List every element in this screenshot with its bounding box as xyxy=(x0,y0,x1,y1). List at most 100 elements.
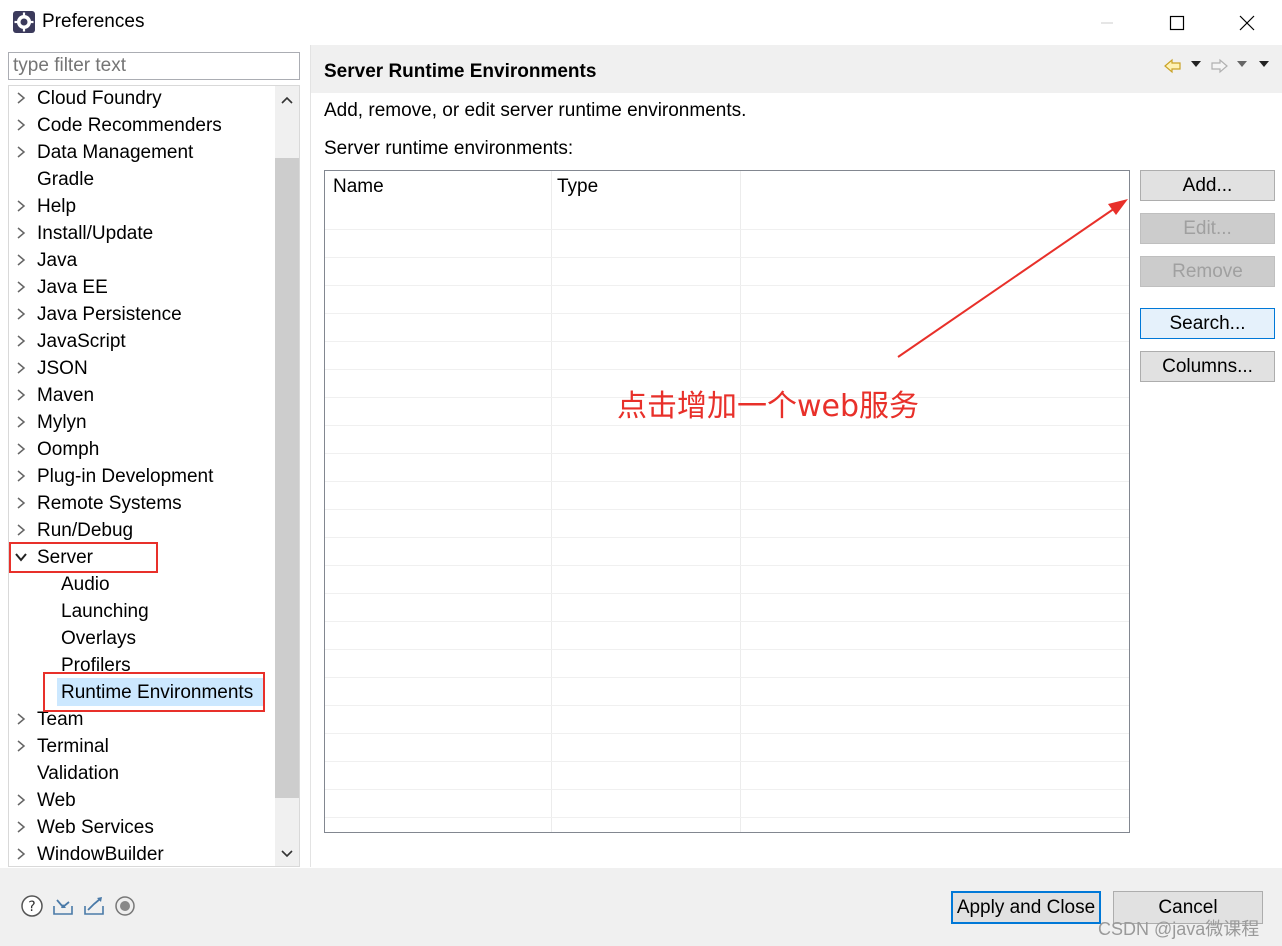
chevron-right-icon[interactable] xyxy=(15,254,27,266)
tree-item[interactable]: Install/Update xyxy=(9,220,273,247)
tree-item[interactable]: Help xyxy=(9,193,273,220)
runtime-table[interactable]: Name Type xyxy=(324,170,1130,833)
chevron-right-icon[interactable] xyxy=(15,146,27,158)
tree-item[interactable]: Remote Systems xyxy=(9,490,273,517)
chevron-right-icon[interactable] xyxy=(15,200,27,212)
table-row[interactable] xyxy=(325,229,1129,230)
preference-tree[interactable]: Cloud Foundry Code Recommenders Data Manag… xyxy=(8,85,300,867)
tree-item-label: JavaScript xyxy=(37,331,126,352)
chevron-right-icon[interactable] xyxy=(15,740,27,752)
chevron-right-icon[interactable] xyxy=(15,497,27,509)
import-icon[interactable] xyxy=(51,894,75,918)
chevron-right-icon[interactable] xyxy=(15,92,27,104)
annotation-text: 点击增加一个web服务 xyxy=(617,389,920,424)
tree-item[interactable]: Validation xyxy=(9,760,273,787)
export-icon[interactable] xyxy=(82,894,106,918)
table-row[interactable] xyxy=(325,677,1129,678)
tree-item[interactable]: Terminal xyxy=(9,733,273,760)
table-row[interactable] xyxy=(325,341,1129,342)
chevron-right-icon[interactable] xyxy=(15,524,27,536)
chevron-right-icon[interactable] xyxy=(15,335,27,347)
table-row[interactable] xyxy=(325,817,1129,818)
tree-item[interactable]: Run/Debug xyxy=(9,517,273,544)
pane-splitter[interactable] xyxy=(310,45,311,867)
forward-dropdown-icon[interactable] xyxy=(1235,58,1249,70)
table-row[interactable] xyxy=(325,621,1129,622)
back-arrow-icon[interactable] xyxy=(1163,56,1183,76)
tree-item-label: Overlays xyxy=(61,628,136,649)
search-button[interactable]: Search... xyxy=(1140,308,1275,339)
chevron-right-icon[interactable] xyxy=(15,443,27,455)
tree-item[interactable]: Audio xyxy=(9,571,273,598)
table-row[interactable] xyxy=(325,509,1129,510)
edit-button[interactable]: Edit... xyxy=(1140,213,1275,244)
scrollbar-thumb[interactable] xyxy=(275,158,299,798)
column-header-name[interactable]: Name xyxy=(333,176,384,198)
chevron-right-icon[interactable] xyxy=(15,362,27,374)
view-menu-icon[interactable] xyxy=(1257,58,1271,70)
chevron-right-icon[interactable] xyxy=(15,470,27,482)
minimize-button[interactable] xyxy=(1072,0,1142,45)
tree-item[interactable]: Plug-in Development xyxy=(9,463,273,490)
chevron-right-icon[interactable] xyxy=(15,794,27,806)
table-row[interactable] xyxy=(325,537,1129,538)
scroll-down-button[interactable] xyxy=(275,842,299,866)
tree-item[interactable]: Launching xyxy=(9,598,273,625)
table-row[interactable] xyxy=(325,453,1129,454)
tree-item[interactable]: Gradle xyxy=(9,166,273,193)
close-button[interactable] xyxy=(1212,0,1282,45)
filter-input[interactable] xyxy=(8,52,300,80)
chevron-right-icon[interactable] xyxy=(15,848,27,860)
tree-item[interactable]: Mylyn xyxy=(9,409,273,436)
tree-item[interactable]: Oomph xyxy=(9,436,273,463)
tree-item[interactable]: JavaScript xyxy=(9,328,273,355)
table-row[interactable] xyxy=(325,789,1129,790)
apply-and-close-button[interactable]: Apply and Close xyxy=(951,891,1101,924)
chevron-right-icon[interactable] xyxy=(15,821,27,833)
table-row[interactable] xyxy=(325,369,1129,370)
table-row[interactable] xyxy=(325,565,1129,566)
chevron-right-icon[interactable] xyxy=(15,281,27,293)
table-row[interactable] xyxy=(325,257,1129,258)
table-row[interactable] xyxy=(325,733,1129,734)
chevron-right-icon[interactable] xyxy=(15,416,27,428)
table-row[interactable] xyxy=(325,481,1129,482)
tree-scrollbar[interactable] xyxy=(275,86,299,866)
chevron-right-icon[interactable] xyxy=(15,389,27,401)
maximize-button[interactable] xyxy=(1142,0,1212,45)
column-header-type[interactable]: Type xyxy=(557,176,598,198)
tree-item[interactable]: Overlays xyxy=(9,625,273,652)
table-row[interactable] xyxy=(325,425,1129,426)
table-row[interactable] xyxy=(325,649,1129,650)
tree-item[interactable]: Cloud Foundry xyxy=(9,86,273,112)
chevron-right-icon[interactable] xyxy=(15,227,27,239)
table-row[interactable] xyxy=(325,761,1129,762)
forward-arrow-icon[interactable] xyxy=(1209,56,1229,76)
chevron-right-icon[interactable] xyxy=(15,308,27,320)
tree-item[interactable]: JSON xyxy=(9,355,273,382)
tree-item-label: Mylyn xyxy=(37,412,87,433)
tree-item-label: Web Services xyxy=(37,817,154,838)
oomph-record-icon[interactable] xyxy=(113,894,137,918)
table-row[interactable] xyxy=(325,593,1129,594)
columns-button[interactable]: Columns... xyxy=(1140,351,1275,382)
tree-item[interactable]: Code Recommenders xyxy=(9,112,273,139)
add-button[interactable]: Add... xyxy=(1140,170,1275,201)
tree-item[interactable]: Web xyxy=(9,787,273,814)
back-dropdown-icon[interactable] xyxy=(1189,58,1203,70)
tree-item[interactable]: Maven xyxy=(9,382,273,409)
chevron-right-icon[interactable] xyxy=(15,713,27,725)
tree-item[interactable]: Web Services xyxy=(9,814,273,841)
table-row[interactable] xyxy=(325,705,1129,706)
chevron-right-icon[interactable] xyxy=(15,119,27,131)
table-row[interactable] xyxy=(325,313,1129,314)
tree-item[interactable]: Java Persistence xyxy=(9,301,273,328)
tree-item[interactable]: Java EE xyxy=(9,274,273,301)
tree-item[interactable]: WindowBuilder xyxy=(9,841,273,866)
scroll-up-button[interactable] xyxy=(275,88,299,112)
help-icon[interactable]: ? xyxy=(20,894,44,918)
tree-item[interactable]: Java xyxy=(9,247,273,274)
tree-item[interactable]: Data Management xyxy=(9,139,273,166)
remove-button[interactable]: Remove xyxy=(1140,256,1275,287)
table-row[interactable] xyxy=(325,285,1129,286)
